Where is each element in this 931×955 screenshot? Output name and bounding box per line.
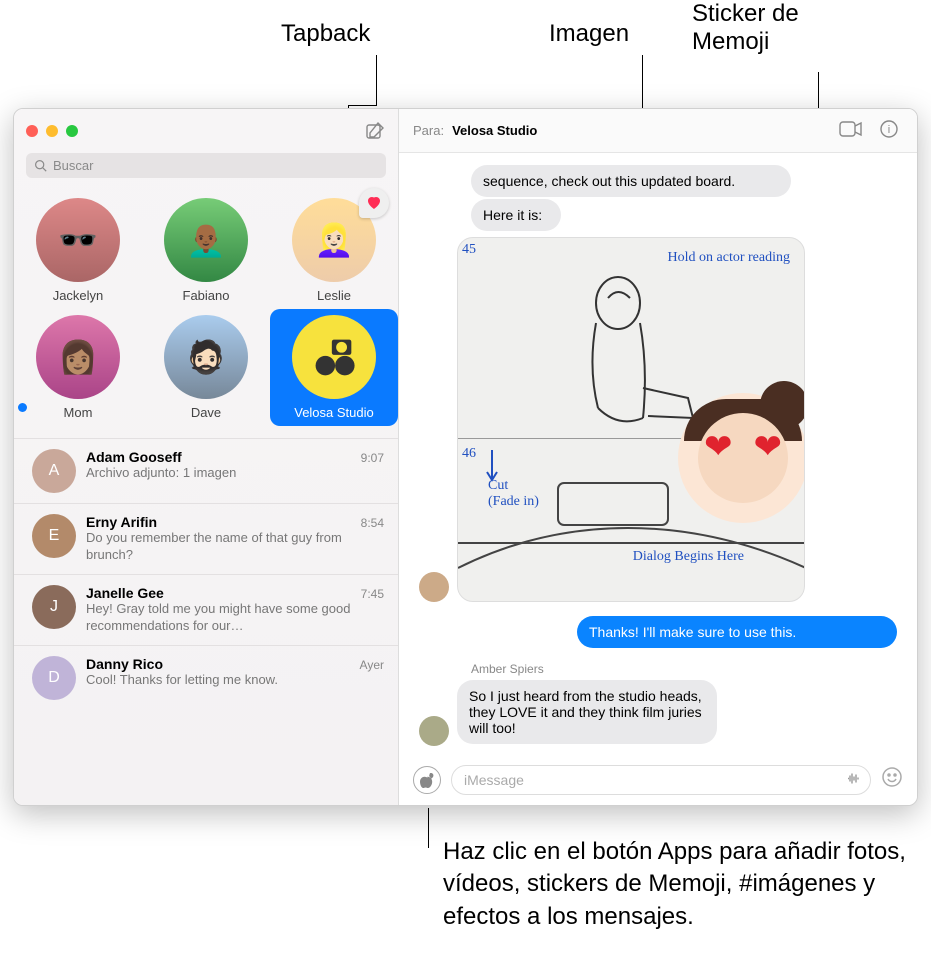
annotation-tapback: Tapback (281, 20, 370, 48)
close-button[interactable] (26, 125, 38, 137)
info-button[interactable]: i (875, 115, 903, 146)
message-out: Thanks! I'll make sure to use this. (577, 616, 897, 648)
conv-preview: Cool! Thanks for letting me know. (86, 672, 384, 689)
conversation-list: A Adam Gooseff 9:07 Archivo adjunto: 1 im… (14, 438, 398, 805)
avatar: 👨🏾‍🦲 (164, 198, 248, 282)
annotation-memoji: Sticker de Memoji (692, 0, 799, 56)
pin-velosa-studio[interactable]: Velosa Studio (270, 309, 398, 426)
pin-leslie[interactable]: 👱🏻‍♀️ Leslie (270, 192, 398, 309)
pin-label: Dave (191, 405, 221, 420)
to-bar: Para: Velosa Studio i (399, 109, 917, 153)
compose-button[interactable] (364, 120, 386, 142)
sketch-frame-num: 46 (462, 446, 476, 462)
to-name: Velosa Studio (452, 123, 537, 138)
to-label: Para: (413, 123, 444, 138)
pin-jackelyn[interactable]: 🕶️ Jackelyn (14, 192, 142, 309)
conv-preview: Do you remember the name of that guy fro… (86, 530, 384, 564)
search-input[interactable]: Buscar (26, 153, 386, 178)
avatar: E (32, 514, 76, 558)
avatar: J (32, 585, 76, 629)
conv-time: 8:54 (361, 516, 384, 530)
list-item[interactable]: E Erny Arifin 8:54 Do you remember the na… (14, 503, 398, 574)
titlebar (14, 109, 398, 153)
pin-fabiano[interactable]: 👨🏾‍🦲 Fabiano (142, 192, 270, 309)
input-placeholder: iMessage (464, 772, 524, 788)
conv-preview: Archivo adjunto: 1 imagen (86, 465, 384, 482)
callout-line (348, 105, 377, 106)
pin-label: Fabiano (183, 288, 230, 303)
list-item[interactable]: J Janelle Gee 7:45 Hey! Gray told me you … (14, 574, 398, 645)
conv-name: Janelle Gee (86, 585, 164, 601)
svg-text:i: i (888, 124, 890, 136)
audio-button[interactable] (846, 771, 862, 790)
emoji-button[interactable] (881, 766, 903, 794)
pin-label: Leslie (317, 288, 351, 303)
sender-avatar (419, 572, 449, 602)
pin-mom[interactable]: 👩🏽 Mom (14, 309, 142, 426)
sender-name: Amber Spiers (471, 662, 897, 676)
avatar: A (32, 449, 76, 493)
conv-name: Adam Gooseff (86, 449, 182, 465)
image-attachment[interactable]: 45 Hold on actor reading 46 Cut (Fade in… (457, 237, 805, 602)
minimize-button[interactable] (46, 125, 58, 137)
message-in: So I just heard from the studio heads, t… (457, 680, 717, 744)
search-placeholder: Buscar (53, 158, 93, 173)
annotation-image: Imagen (549, 20, 629, 48)
caption-apps: Haz clic en el botón Apps para añadir fo… (443, 836, 913, 933)
list-item[interactable]: D Danny Rico Ayer Cool! Thanks for lettin… (14, 645, 398, 710)
conv-time: Ayer (360, 658, 384, 672)
pinned-grid: 🕶️ Jackelyn 👨🏾‍🦲 Fabiano 👱🏻‍♀️ Leslie 👩🏽… (14, 186, 398, 438)
pin-label: Jackelyn (53, 288, 104, 303)
avatar: 👩🏽 (36, 315, 120, 399)
list-item[interactable]: A Adam Gooseff 9:07 Archivo adjunto: 1 im… (14, 438, 398, 503)
conv-name: Danny Rico (86, 656, 163, 672)
pin-label: Velosa Studio (294, 405, 374, 420)
avatar (292, 315, 376, 399)
memoji-sticker (678, 393, 805, 523)
message-in: Here it is: (471, 199, 561, 231)
conv-time: 9:07 (361, 451, 384, 465)
avatar: D (32, 656, 76, 700)
conv-time: 7:45 (361, 587, 384, 601)
pin-dave[interactable]: 🧔🏻 Dave (142, 309, 270, 426)
callout-line (428, 808, 429, 848)
facetime-button[interactable] (835, 117, 867, 144)
conv-name: Erny Arifin (86, 514, 157, 530)
sidebar: Buscar 🕶️ Jackelyn 👨🏾‍🦲 Fabiano 👱🏻‍♀️ Le… (14, 109, 399, 805)
window-controls (26, 125, 78, 137)
sender-avatar (419, 716, 449, 746)
message-in: sequence, check out this updated board. (471, 165, 791, 197)
sketch-frame-num: 45 (462, 242, 476, 258)
avatar: 🕶️ (36, 198, 120, 282)
pin-label: Mom (64, 405, 93, 420)
messages-window: Buscar 🕶️ Jackelyn 👨🏾‍🦲 Fabiano 👱🏻‍♀️ Le… (13, 108, 918, 806)
conv-preview: Hey! Gray told me you might have some go… (86, 601, 384, 635)
input-bar: iMessage (399, 755, 917, 805)
callout-line (376, 55, 377, 105)
zoom-button[interactable] (66, 125, 78, 137)
sketch-note: Hold on actor reading (668, 250, 790, 266)
apps-button[interactable] (413, 766, 441, 794)
main-pane: Para: Velosa Studio i sequence, check ou… (399, 109, 917, 805)
avatar: 🧔🏻 (164, 315, 248, 399)
unread-dot-icon (18, 403, 27, 412)
tapback-heart-icon (359, 188, 389, 218)
message-thread[interactable]: sequence, check out this updated board. … (399, 153, 917, 755)
message-input[interactable]: iMessage (451, 765, 871, 795)
